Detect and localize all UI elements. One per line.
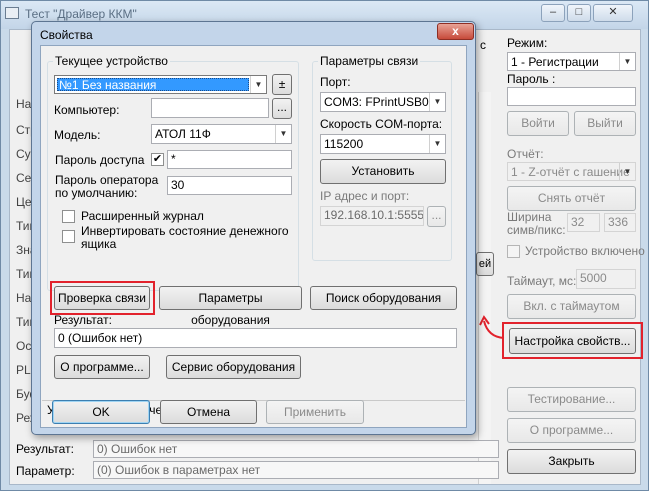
highlight-check-connection [50, 281, 155, 315]
ip-browse-button[interactable]: ... [427, 206, 446, 227]
mode-select[interactable]: 1 - Регистрации ▼ [507, 52, 636, 71]
app-icon [5, 7, 19, 19]
extended-log-checkbox[interactable] [62, 210, 75, 223]
access-password-input[interactable]: * [167, 150, 292, 169]
mode-label: Режим: [507, 36, 548, 50]
close-button[interactable]: Закрыть [507, 449, 636, 474]
timeout-label: Таймаут, мс: [507, 274, 577, 288]
device-select[interactable]: №1 Без названия ▼ [54, 75, 267, 94]
outer-result-label: Результат: [16, 442, 74, 456]
computer-browse-button[interactable]: ... [272, 98, 292, 119]
testing-button[interactable]: Тестирование... [507, 387, 636, 412]
arrow-icon [479, 315, 505, 339]
ip-input[interactable]: 192.168.10.1:5555 [320, 206, 424, 226]
dialog-title: Свойства [40, 28, 93, 42]
ip-label: IP адрес и порт: [320, 189, 410, 203]
operator-password-label-1: Пароль оператора [55, 173, 159, 187]
dialog-result-label: Результат: [54, 313, 112, 327]
report-select[interactable]: 1 - Z-отчёт с гашение ▼ [507, 162, 636, 181]
equipment-params-button[interactable]: Параметры оборудования [159, 286, 302, 327]
width-label: Ширина симв/пикс: [507, 210, 566, 237]
main-window-title: Тест "Драйвер ККМ" [25, 7, 137, 21]
param-field: (0) Ошибок в параметрах нет [93, 461, 499, 479]
report-select-value: 1 - Z-отчёт с гашение [511, 165, 630, 179]
speed-select-value: 115200 [324, 137, 364, 151]
highlight-properties-button [502, 322, 643, 359]
computer-label: Компьютер: [54, 103, 120, 117]
device-select-value: №1 Без названия [57, 78, 249, 92]
invert-drawer-label-1: Инвертировать состояние денежного [81, 224, 289, 238]
connection-caption: Параметры связи [318, 54, 421, 68]
setup-button[interactable]: Установить [320, 159, 446, 184]
cancel-button[interactable]: Отмена [160, 400, 257, 424]
chevron-down-icon: ▼ [250, 76, 266, 93]
logout-button[interactable]: Выйти [574, 111, 636, 136]
properties-dialog: Свойства x Текущее устройство №1 Без наз… [31, 21, 476, 435]
extended-log-label: Расширенный журнал [81, 209, 204, 223]
access-password-label: Пароль доступа [55, 153, 145, 167]
invert-drawer-checkbox[interactable] [62, 230, 75, 243]
operator-password-label-2: по умолчанию: [55, 186, 138, 200]
operator-password-input[interactable]: 30 [167, 176, 292, 195]
width-pixels-input[interactable]: 336 [604, 213, 636, 232]
chevron-down-icon: ▼ [429, 93, 445, 111]
dialog-client: Текущее устройство №1 Без названия ▼ ± К… [40, 45, 467, 428]
model-label: Модель: [54, 128, 101, 142]
model-select-value: АТОЛ 11Ф [155, 127, 211, 141]
port-select[interactable]: COM3: FPrintUSB0 ▼ [320, 92, 446, 112]
width-chars-input[interactable]: 32 [567, 213, 600, 232]
minimize-icon[interactable]: – [541, 4, 565, 22]
model-select[interactable]: АТОЛ 11Ф ▼ [151, 124, 292, 144]
chevron-down-icon: ▼ [429, 135, 445, 153]
dialog-close-button[interactable]: x [437, 23, 474, 40]
chevron-down-icon: ▼ [619, 163, 635, 180]
device-enabled-label: Устройство включено [525, 244, 645, 258]
invert-drawer-label-2: ящика [81, 237, 117, 251]
dialog-about-button[interactable]: О программе... [54, 355, 150, 379]
outer-about-button[interactable]: О программе... [507, 418, 636, 443]
ok-button[interactable]: OK [52, 400, 150, 424]
current-device-caption: Текущее устройство [53, 54, 170, 68]
equipment-service-button[interactable]: Сервис оборудования [166, 355, 301, 379]
maximize-icon[interactable]: □ [567, 4, 591, 22]
speed-label: Скорость COM-порта: [320, 117, 443, 131]
partial-button[interactable]: ей [476, 252, 494, 276]
access-password-checkbox[interactable]: ✔ [151, 153, 164, 166]
chevron-down-icon: ▼ [275, 125, 291, 143]
speed-select[interactable]: 115200 ▼ [320, 134, 446, 154]
report-label: Отчёт: [507, 147, 544, 161]
login-button[interactable]: Войти [507, 111, 569, 136]
device-enabled-checkbox[interactable] [507, 245, 520, 258]
enable-timeout-button[interactable]: Вкл. с таймаутом [507, 294, 636, 319]
apply-button[interactable]: Применить [266, 400, 364, 424]
mode-select-value: 1 - Регистрации [511, 55, 599, 69]
partial-label: с [480, 38, 486, 52]
chevron-down-icon: ▼ [619, 53, 635, 70]
param-label: Параметр: [16, 464, 75, 478]
computer-input[interactable] [151, 98, 269, 118]
password-input[interactable] [507, 87, 636, 106]
port-select-value: COM3: FPrintUSB0 [324, 95, 429, 109]
plusminus-button[interactable]: ± [272, 74, 292, 95]
timeout-input[interactable]: 5000 [576, 269, 636, 289]
dialog-result-field: 0 (Ошибок нет) [54, 328, 457, 348]
search-equipment-button[interactable]: Поиск оборудования [310, 286, 457, 310]
close-icon[interactable]: ✕ [593, 4, 633, 22]
take-report-button[interactable]: Снять отчёт [507, 186, 636, 211]
password-label: Пароль : [507, 72, 556, 86]
port-label: Порт: [320, 75, 351, 89]
outer-result-field: 0) Ошибок нет [93, 440, 499, 458]
hidden-fields-strip [478, 92, 491, 484]
